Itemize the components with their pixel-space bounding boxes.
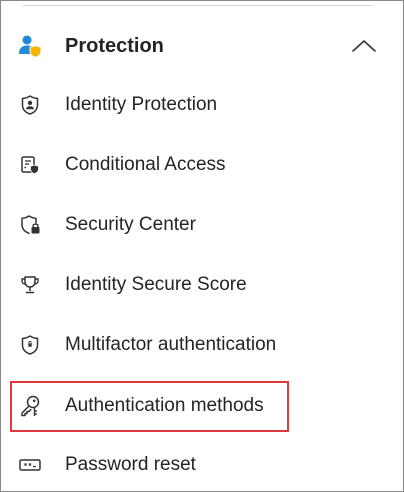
- nav-item-label: Identity Protection: [65, 94, 218, 115]
- key-icon: [17, 393, 43, 419]
- conditional-access-icon: [17, 152, 43, 178]
- user-shield-icon: [17, 33, 43, 59]
- navigation-panel: Protection Identity Protection Condition…: [0, 0, 404, 492]
- password-icon: [17, 452, 43, 478]
- top-divider: [23, 5, 373, 6]
- section-header-protection[interactable]: Protection: [1, 22, 403, 70]
- nav-item-security-center[interactable]: Security Center: [1, 201, 403, 249]
- nav-item-label: Conditional Access: [65, 154, 226, 175]
- nav-item-authentication-methods[interactable]: Authentication methods: [1, 382, 403, 430]
- nav-item-conditional-access[interactable]: Conditional Access: [1, 141, 403, 189]
- nav-item-label: Security Center: [65, 214, 196, 235]
- nav-item-label: Authentication methods: [65, 395, 264, 416]
- nav-item-multifactor-authentication[interactable]: Multifactor authentication: [1, 321, 403, 369]
- section-label-protection: Protection: [65, 35, 164, 57]
- nav-item-label: Identity Secure Score: [65, 274, 247, 295]
- nav-item-identity-protection[interactable]: Identity Protection: [1, 81, 403, 129]
- nav-item-identity-secure-score[interactable]: Identity Secure Score: [1, 261, 403, 309]
- security-center-icon: [17, 212, 43, 238]
- trophy-icon: [17, 272, 43, 298]
- nav-item-password-reset[interactable]: Password reset: [1, 441, 403, 489]
- nav-item-label: Multifactor authentication: [65, 334, 277, 355]
- shield-icon: [17, 332, 43, 358]
- chevron-up-icon[interactable]: [349, 36, 379, 56]
- nav-item-label: Password reset: [65, 454, 196, 475]
- identity-protection-icon: [17, 92, 43, 118]
